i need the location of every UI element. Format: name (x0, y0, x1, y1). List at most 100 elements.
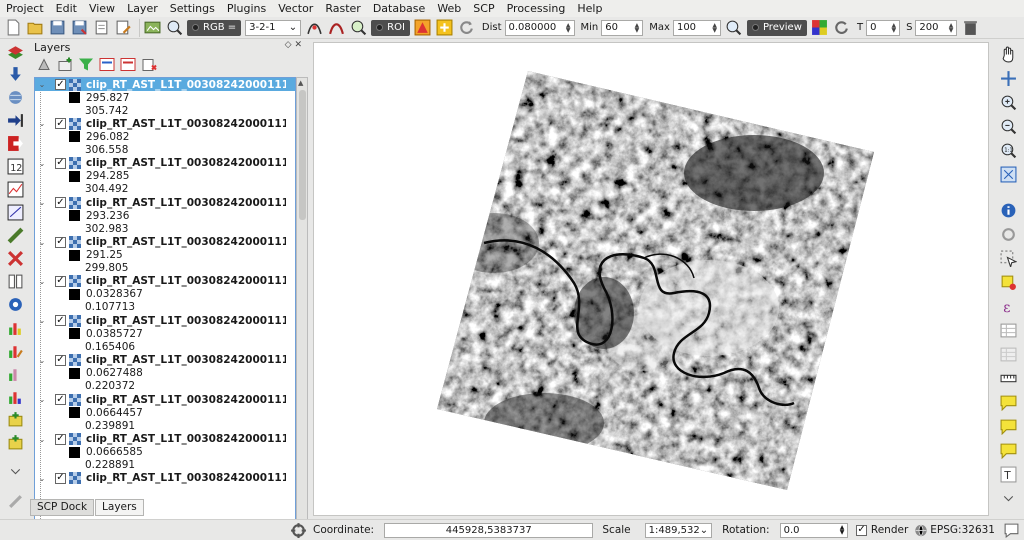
layer-item[interactable]: ⌄✓clip_RT_AST_L1T_00308242000111313_...0… (35, 354, 295, 393)
layer-visibility-checkbox[interactable]: ✓ (55, 472, 66, 484)
remove-layer-icon[interactable] (141, 56, 157, 72)
min-spinbox[interactable]: 60 ▲ ▼ (601, 19, 644, 36)
menu-layer[interactable]: Layer (121, 0, 164, 17)
layer-style-icon[interactable] (36, 56, 52, 72)
measure-line-icon[interactable] (998, 369, 1018, 388)
new-bookmark-icon[interactable] (998, 441, 1018, 460)
layer-item[interactable]: ⌄✓clip_RT_AST_L1T_00308242000111313_...0… (35, 275, 295, 314)
add-vertex-icon[interactable] (5, 433, 25, 452)
expand-chevron-icon[interactable]: ⌄ (37, 395, 47, 404)
pan-hand-icon[interactable] (998, 45, 1018, 64)
expand-chevron-icon[interactable]: ⌄ (37, 119, 47, 128)
layer-name[interactable]: clip_RT_AST_L1T_00308242000111313_... (86, 433, 286, 445)
book-icon[interactable] (5, 272, 25, 291)
rotation-spinbox[interactable]: 0.0 ▲ ▼ (779, 522, 849, 538)
layer-row[interactable]: ⌄ ✓ clip_RT_AST_L1T_00308242000111313_... (35, 275, 295, 288)
edit-raster-icon[interactable] (5, 341, 25, 360)
layer-name[interactable]: clip_RT_AST_L1T_00308242000111313_... (86, 472, 286, 484)
attribute-table-icon[interactable] (998, 321, 1018, 340)
tab-scp-dock[interactable]: SCP Dock (30, 499, 95, 516)
menu-web[interactable]: Web (431, 0, 467, 17)
zoom-out-icon[interactable] (998, 117, 1018, 136)
scroll-up-icon[interactable]: ▲ (298, 79, 303, 87)
layer-item[interactable]: ⌄✓clip_RT_AST_L1T_00308242000111313_...0… (35, 314, 295, 353)
menu-raster[interactable]: Raster (319, 0, 366, 17)
menu-project[interactable]: Project (0, 0, 50, 17)
layer-row[interactable]: ⌄ ✓ clip_RT_AST_L1T_00308242000111313_... (35, 472, 295, 485)
zoom-preview-icon[interactable] (725, 19, 743, 37)
expand-chevron-icon[interactable]: ⌄ (37, 356, 47, 365)
layer-visibility-checkbox[interactable]: ✓ (55, 433, 66, 445)
layer-item[interactable]: ⌄✓clip_RT_AST_L1T_00308242000111313_...2… (35, 157, 295, 196)
print-composer-icon[interactable] (92, 19, 110, 37)
layer-row[interactable]: ⌄ ✓ clip_RT_AST_L1T_00308242000111313_... (35, 393, 295, 406)
expand-chevron-icon[interactable]: ⌄ (37, 316, 47, 325)
layer-item[interactable]: ⌄✓clip_RT_AST_L1T_00308242000111313_...2… (35, 117, 295, 156)
filter-icon[interactable] (78, 56, 94, 72)
size-spinbox[interactable]: 200 ▲ ▼ (915, 19, 958, 36)
expand-chevron-icon[interactable]: ⌄ (37, 238, 47, 247)
layer-row[interactable]: ⌄ ✓ clip_RT_AST_L1T_00308242000111313_... (35, 314, 295, 327)
menu-database[interactable]: Database (367, 0, 432, 17)
layer-item[interactable]: ⌄✓clip_RT_AST_L1T_00308242000111313_...0… (35, 433, 295, 472)
menu-view[interactable]: View (83, 0, 121, 17)
menu-edit[interactable]: Edit (50, 0, 83, 17)
render-checkbox[interactable]: ✓ (856, 524, 867, 536)
save-project-icon[interactable] (48, 19, 66, 37)
layer-visibility-checkbox[interactable]: ✓ (55, 79, 66, 90)
expand-chevron-icon[interactable]: ⌄ (37, 474, 47, 483)
scp-input-image-icon[interactable] (143, 19, 161, 37)
map-canvas[interactable] (313, 42, 989, 516)
add-feature-icon[interactable] (5, 410, 25, 429)
expand-chevron-icon[interactable]: ⌄ (37, 277, 47, 286)
layer-row[interactable]: ⌄ ✓ clip_RT_AST_L1T_00308242000111313_... (35, 157, 295, 170)
add-roi-icon[interactable] (436, 19, 454, 37)
new-project-icon[interactable] (4, 19, 22, 37)
create-roi-polygon-icon[interactable] (414, 19, 432, 37)
more-chevron-icon[interactable] (5, 462, 25, 481)
band-combination-select[interactable]: 3-2-1 ⌄ (245, 19, 302, 36)
expression-epsilon-icon[interactable]: ε (998, 297, 1018, 316)
layer-name[interactable]: clip_RT_AST_L1T_00308242000111313_... (86, 118, 286, 130)
menu-vector[interactable]: Vector (272, 0, 319, 17)
layers-scrollbar[interactable]: ▲ ▼ (296, 77, 308, 532)
add-group-icon[interactable] (57, 56, 73, 72)
redo-preview-icon[interactable] (833, 19, 851, 37)
histogram-icon[interactable] (5, 318, 25, 337)
expand-chevron-icon[interactable]: ⌄ (37, 435, 47, 444)
local-cumulative-stretch-icon[interactable] (305, 19, 323, 37)
collapse-all-icon[interactable] (120, 56, 136, 72)
select-features-icon[interactable] (998, 249, 1018, 268)
layer-visibility-checkbox[interactable]: ✓ (55, 197, 66, 209)
layer-item[interactable]: ⌄✓clip_RT_AST_L1T_00308242000111313_...2… (35, 78, 295, 117)
open-project-icon[interactable] (26, 19, 44, 37)
crs-label[interactable]: EPSG:32631 (930, 524, 995, 536)
import-arrow-icon[interactable] (5, 111, 25, 130)
postprocessing-icon[interactable] (5, 387, 25, 406)
zoom-to-image-icon[interactable] (165, 19, 183, 37)
menu-processing[interactable]: Processing (501, 0, 572, 17)
layer-item[interactable]: ⌄✓clip_RT_AST_L1T_00308242000111313_...2… (35, 236, 295, 275)
signature-icon[interactable] (5, 226, 25, 245)
zoom-to-roi-icon[interactable] (349, 19, 367, 37)
rgb-toggle-button[interactable]: RGB = (187, 19, 242, 36)
coordinate-field[interactable]: 445928,5383737 (384, 522, 594, 538)
download-arrow-icon[interactable] (5, 65, 25, 84)
map-tip-icon[interactable] (998, 417, 1018, 436)
layer-name[interactable]: clip_RT_AST_L1T_00308242000111313_... (86, 197, 286, 209)
layer-visibility-checkbox[interactable]: ✓ (55, 315, 66, 327)
zoom-in-icon[interactable] (998, 93, 1018, 112)
expand-all-icon[interactable] (99, 56, 115, 72)
layer-name[interactable]: clip_RT_AST_L1T_00308242000111313_... (86, 394, 286, 406)
layer-name[interactable]: clip_RT_AST_L1T_00308242000111313_... (86, 275, 286, 287)
layer-row[interactable]: ⌄ ✓ clip_RT_AST_L1T_00308242000111313_... (35, 196, 295, 209)
manage-layers-icon[interactable] (5, 42, 25, 61)
layer-visibility-checkbox[interactable]: ✓ (55, 354, 66, 366)
tools-icon[interactable] (5, 249, 25, 268)
save-as-icon[interactable] (70, 19, 88, 37)
expand-chevron-icon[interactable]: ⌄ (37, 198, 47, 207)
classification-preview-icon[interactable] (811, 19, 829, 37)
menu-settings[interactable]: Settings (164, 0, 221, 17)
max-spinbox[interactable]: 100 ▲ ▼ (672, 19, 721, 36)
messages-icon[interactable] (1002, 521, 1020, 539)
